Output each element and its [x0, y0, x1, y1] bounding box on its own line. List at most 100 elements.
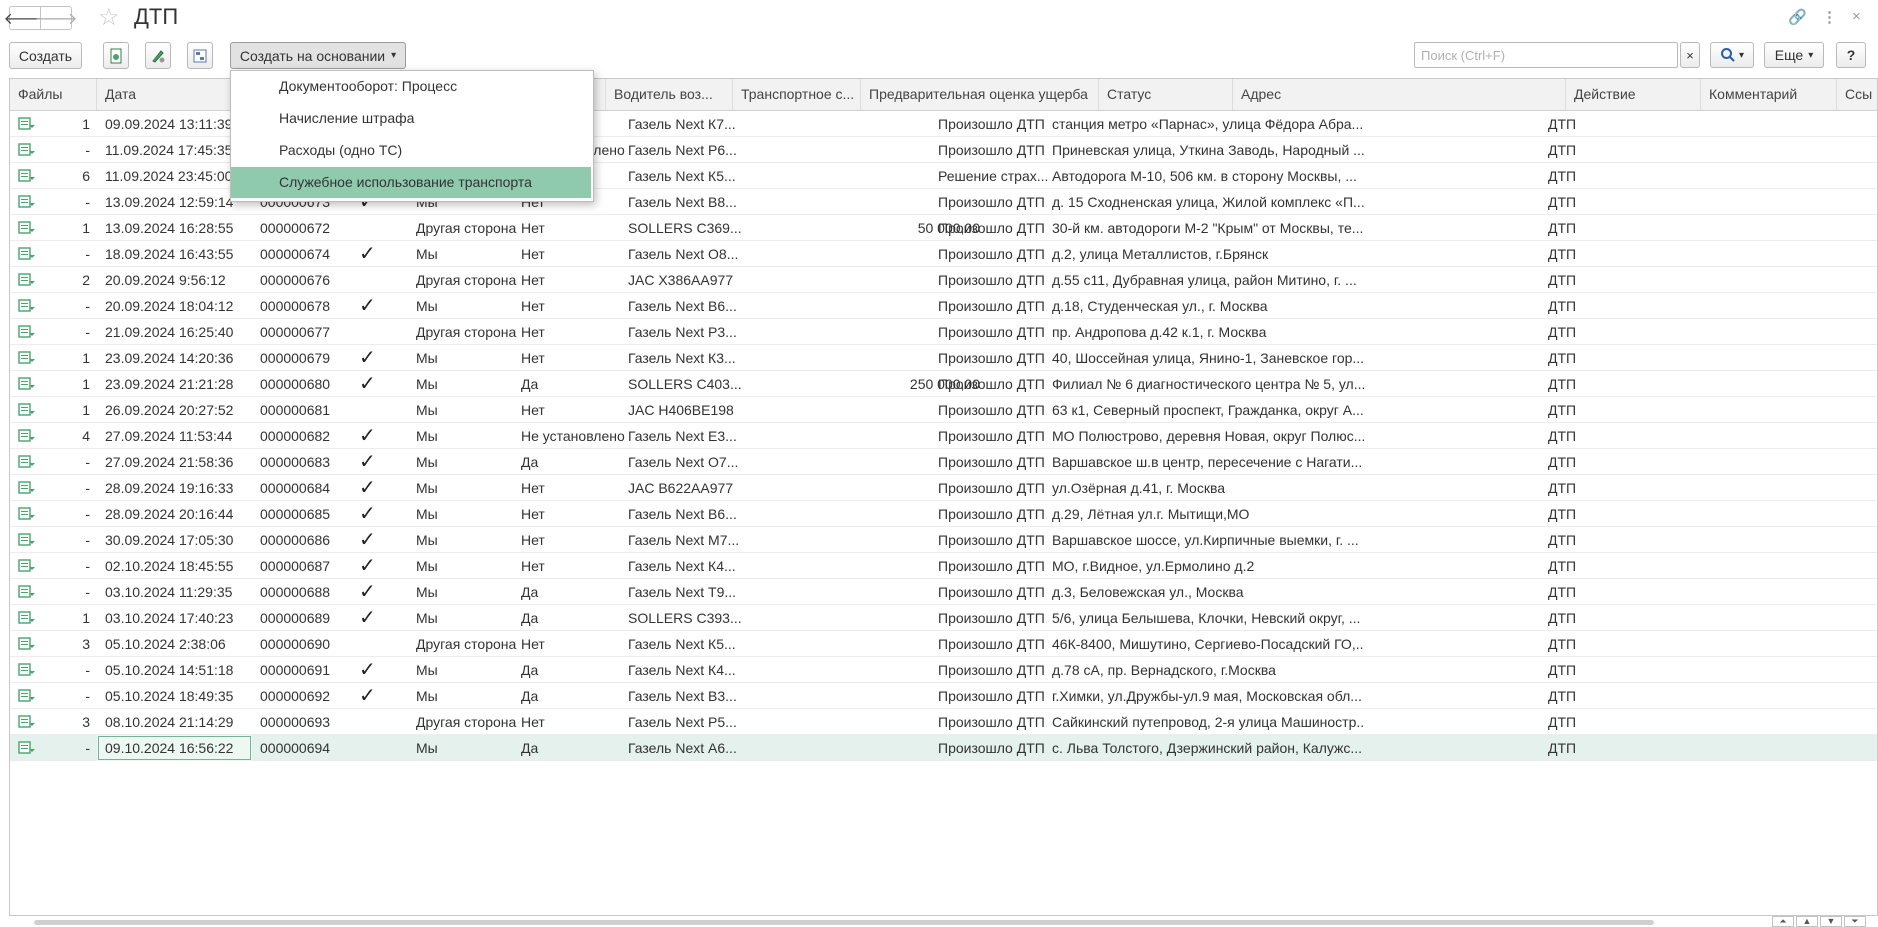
table-row[interactable]: -05.10.2024 18:49:35 000000692 ✓ Мы Да Газель… — [10, 683, 1877, 709]
edit-button[interactable] — [145, 42, 171, 69]
table-row[interactable]: -28.09.2024 20:16:44 000000685 ✓ Мы Нет Газел… — [10, 501, 1877, 527]
cell-vehicle[interactable]: Газель Next Р6... — [620, 137, 748, 163]
cell-address[interactable]: 40, Шоссейная улица, Янино-1, Заневское … — [1044, 345, 1364, 371]
cell-link[interactable]: ДТП — [1540, 527, 1600, 553]
cell-files[interactable]: 1 — [10, 397, 97, 423]
menu-item-expenses-one-vehicle[interactable]: Расходы (одно ТС) — [231, 135, 591, 166]
cell-files[interactable]: - — [10, 241, 97, 267]
cell-link[interactable]: ДТП — [1540, 683, 1600, 709]
table-row[interactable]: -27.09.2024 21:58:36 000000683 ✓ Мы Да Газель… — [10, 449, 1877, 475]
menu-item-fine-accrual[interactable]: Начисление штрафа — [231, 103, 591, 134]
cell-address[interactable]: д.2, улица Металлистов, г.Брянск — [1044, 241, 1364, 267]
cell-files[interactable]: 1 — [10, 371, 97, 397]
cell-date[interactable]: 02.10.2024 18:45:55 — [97, 553, 252, 579]
cell-link[interactable]: ДТП — [1540, 631, 1600, 657]
cell-files[interactable]: - — [10, 137, 97, 163]
column-comment[interactable]: Комментарий — [1701, 79, 1837, 110]
cell-date[interactable]: 23.09.2024 21:21:28 — [97, 371, 252, 397]
cell-link[interactable]: ДТП — [1540, 137, 1600, 163]
cell-files[interactable]: 2 — [10, 267, 97, 293]
cell-address[interactable]: г.Химки, ул.Дружбы-ул.9 мая, Московская … — [1044, 683, 1364, 709]
cell-files[interactable]: - — [10, 683, 97, 709]
documents-table[interactable]: Файлы Дата Водитель воз... Транспортное … — [9, 78, 1878, 916]
cell-files[interactable]: 3 — [10, 631, 97, 657]
cell-address[interactable]: Приневская улица, Уткина Заводь, Народны… — [1044, 137, 1364, 163]
cell-vehicle[interactable]: JAC Н406ВЕ198 — [620, 397, 748, 423]
cell-files[interactable]: - — [10, 579, 97, 605]
cell-vehicle[interactable]: Газель Next О8... — [620, 241, 748, 267]
column-link[interactable]: Ссы — [1837, 79, 1877, 110]
column-address[interactable]: Адрес — [1233, 79, 1566, 110]
cell-files[interactable]: - — [10, 293, 97, 319]
cell-address[interactable]: пр. Андропова д.42 к.1, г. Москва — [1044, 319, 1364, 345]
horizontal-scrollbar[interactable] — [10, 920, 1710, 926]
cell-address[interactable]: Варшавское шоссе, ул.Кирпичные выемки, г… — [1044, 527, 1364, 553]
table-row[interactable]: -21.09.2024 16:25:40 000000677 Другая стор… — [10, 319, 1877, 345]
cell-date[interactable]: 20.09.2024 18:04:12 — [97, 293, 252, 319]
cell-date[interactable]: 05.10.2024 14:51:18 — [97, 657, 252, 683]
cell-address[interactable]: д.55 с11, Дубравная улица, район Митино,… — [1044, 267, 1364, 293]
cell-link[interactable]: ДТП — [1540, 735, 1600, 761]
cell-date[interactable]: 27.09.2024 11:53:44 — [97, 423, 252, 449]
cell-date[interactable]: 23.09.2024 14:20:36 — [97, 345, 252, 371]
table-row[interactable]: -20.09.2024 18:04:12 000000678 ✓ Мы Нет Газел… — [10, 293, 1877, 319]
forward-button[interactable]: 🡒 — [35, 6, 77, 30]
cell-date[interactable]: 05.10.2024 18:49:35 — [97, 683, 252, 709]
cell-files[interactable]: - — [10, 449, 97, 475]
table-row[interactable]: -30.09.2024 17:05:30 000000686 ✓ Мы Нет Газел… — [10, 527, 1877, 553]
cell-address[interactable]: д. 15 Сходненская улица, Жилой комплекс … — [1044, 189, 1364, 215]
create-based-on-button[interactable]: Создать на основании ▾ — [230, 42, 406, 69]
more-button[interactable]: Еще ▾ — [1764, 42, 1824, 68]
cell-date[interactable]: 05.10.2024 2:38:06 — [97, 631, 252, 657]
cell-link[interactable]: ДТП — [1540, 215, 1600, 241]
cell-vehicle[interactable]: JAC В622АА977 — [620, 475, 748, 501]
cell-files[interactable]: - — [10, 553, 97, 579]
cell-files[interactable]: 3 — [10, 709, 97, 735]
more-vertical-icon[interactable]: ⋮ — [1822, 8, 1837, 26]
last-page-button[interactable]: ⏷ — [1844, 916, 1866, 927]
table-row[interactable]: 1 26.09.2024 20:27:52 000000681 Мы Нет JAC Н4… — [10, 397, 1877, 423]
cell-link[interactable]: ДТП — [1540, 423, 1600, 449]
column-action[interactable]: Действие — [1566, 79, 1701, 110]
cell-link[interactable]: ДТП — [1540, 501, 1600, 527]
cell-vehicle[interactable]: Газель Next О7... — [620, 449, 748, 475]
cell-link[interactable]: ДТП — [1540, 397, 1600, 423]
table-row[interactable]: -18.09.2024 16:43:55 000000674 ✓ Мы Нет Газел… — [10, 241, 1877, 267]
cell-files[interactable]: 1 — [10, 345, 97, 371]
cell-vehicle[interactable]: Газель Next Т9... — [620, 579, 748, 605]
cell-vehicle[interactable]: Газель Next К5... — [620, 631, 748, 657]
cell-address[interactable]: д.29, Лётная ул.г. Мытищи,МО — [1044, 501, 1364, 527]
cell-date[interactable]: 03.10.2024 11:29:35 — [97, 579, 252, 605]
cell-date[interactable]: 11.09.2024 17:45:35 — [97, 137, 252, 163]
cell-address[interactable]: ул.Озёрная д.41, г. Москва — [1044, 475, 1364, 501]
cell-vehicle[interactable]: JAC Х386АА977 — [620, 267, 748, 293]
table-row[interactable]: 4 27.09.2024 11:53:44 000000682 ✓ Мы Не устан… — [10, 423, 1877, 449]
table-row[interactable]: -02.10.2024 18:45:55 000000687 ✓ Мы Нет Газел… — [10, 553, 1877, 579]
cell-date[interactable]: 03.10.2024 17:40:23 — [97, 605, 252, 631]
cell-address[interactable]: Сайкинский путепровод, 2-я улица Машинос… — [1044, 709, 1364, 735]
table-row[interactable]: -28.09.2024 19:16:33 000000684 ✓ Мы Нет JAC В… — [10, 475, 1877, 501]
cell-address[interactable]: 5/6, улица Белышева, Клочки, Невский окр… — [1044, 605, 1364, 631]
table-row[interactable]: 3 05.10.2024 2:38:06 000000690 Другая сторо… — [10, 631, 1877, 657]
close-icon[interactable]: × — [1852, 8, 1861, 25]
cell-date[interactable]: 21.09.2024 16:25:40 — [97, 319, 252, 345]
cell-address[interactable]: МО Полюстрово, деревня Новая, округ Полю… — [1044, 423, 1364, 449]
cell-vehicle[interactable]: Газель Next В8... — [620, 189, 748, 215]
cell-date[interactable]: 28.09.2024 20:16:44 — [97, 501, 252, 527]
favorite-star-icon[interactable]: ☆ — [98, 3, 120, 32]
cell-files[interactable]: - — [10, 319, 97, 345]
cell-address[interactable]: с. Льва Толстого, Дзержинский район, Кал… — [1044, 735, 1364, 761]
cell-address[interactable]: МО, г.Видное, ул.Ермолино д.2 — [1044, 553, 1364, 579]
cell-date[interactable]: 13.09.2024 16:28:55 — [97, 215, 252, 241]
copy-button[interactable] — [103, 42, 129, 69]
cell-files[interactable]: - — [10, 527, 97, 553]
help-button[interactable]: ? — [1836, 42, 1866, 68]
column-status[interactable]: Статус — [1099, 79, 1233, 110]
cell-vehicle[interactable]: Газель Next В6... — [620, 501, 748, 527]
cell-date[interactable]: 08.10.2024 21:14:29 — [97, 709, 252, 735]
cell-vehicle[interactable]: Газель Next К5... — [620, 163, 748, 189]
table-row[interactable]: -03.10.2024 11:29:35 000000688 ✓ Мы Да Газель… — [10, 579, 1877, 605]
cell-link[interactable]: ДТП — [1540, 189, 1600, 215]
cell-files[interactable]: 1 — [10, 215, 97, 241]
cell-vehicle[interactable]: Газель Next К4... — [620, 553, 748, 579]
